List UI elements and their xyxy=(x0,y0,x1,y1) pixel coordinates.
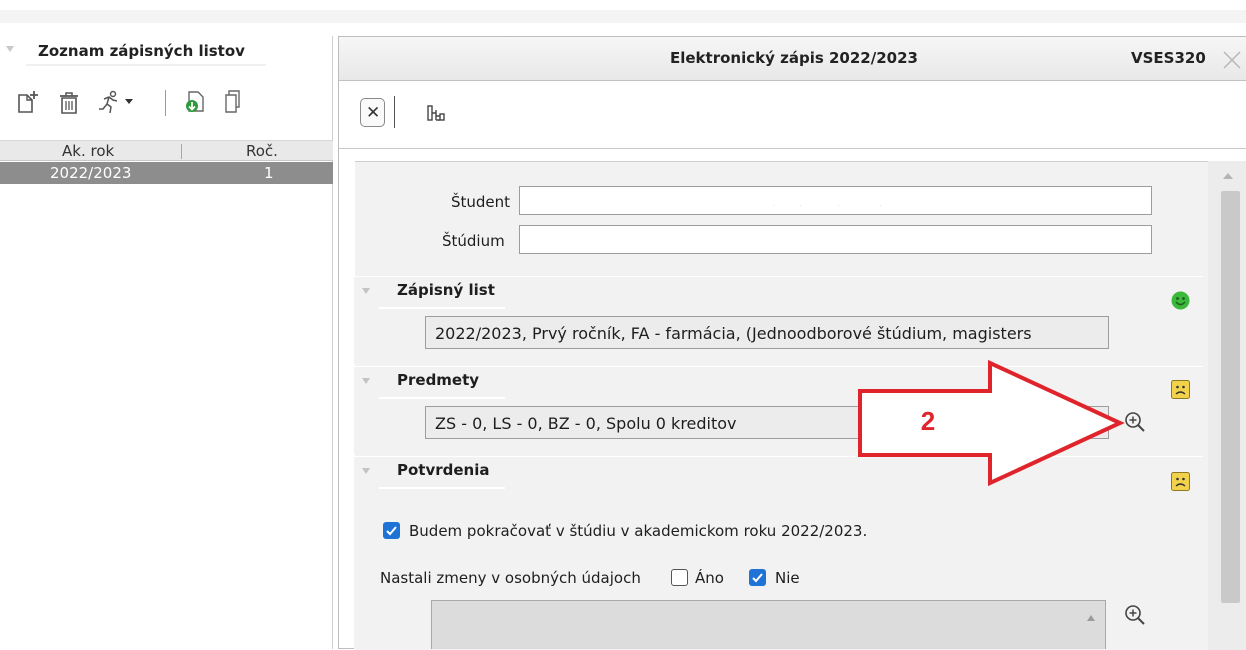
toolbar-separator xyxy=(394,96,395,128)
window-close-icon[interactable] xyxy=(1222,50,1242,70)
section-underline xyxy=(379,397,505,399)
cell-ak-rok: 2022/2023 xyxy=(50,164,132,182)
collapse-triangle-icon[interactable] xyxy=(362,378,370,384)
window-titlebar: Elektronický zápis 2022/2023 VSES320 xyxy=(339,37,1246,81)
ano-label: Áno xyxy=(695,569,724,587)
panel-title: Zoznam zápisných listov xyxy=(38,42,245,60)
section-title: Potvrdenia xyxy=(397,461,490,479)
check-icon xyxy=(752,573,763,583)
column-divider xyxy=(181,144,182,159)
top-strip xyxy=(0,10,1246,23)
scroll-up-icon[interactable] xyxy=(1223,173,1233,179)
table-header: Ak. rok Roč. xyxy=(0,140,333,161)
table-row[interactable]: 2022/2023 1 xyxy=(0,162,333,184)
column-header-ak-rok[interactable]: Ak. rok xyxy=(62,142,114,160)
panel-header: Zoznam zápisných listov xyxy=(0,36,333,66)
changes-textarea[interactable] xyxy=(431,600,1106,649)
smiley-sad-icon xyxy=(1171,472,1190,491)
continue-label: Budem pokračovať v štúdiu v akademickom … xyxy=(409,522,868,540)
dropdown-arrow-icon[interactable] xyxy=(124,98,134,124)
smiley-happy-icon xyxy=(1171,291,1190,310)
import-icon[interactable] xyxy=(183,89,207,115)
hierarchy-icon[interactable] xyxy=(427,104,445,126)
ano-checkbox[interactable] xyxy=(671,569,688,586)
check-icon xyxy=(386,526,397,536)
zapisny-list-field[interactable]: 2022/2023, Prvý ročník, FA - farmácia, (… xyxy=(425,316,1109,349)
collapse-triangle-icon[interactable] xyxy=(362,288,370,294)
close-icon: ✕ xyxy=(366,103,381,123)
column-header-roc[interactable]: Roč. xyxy=(246,142,278,160)
studium-field[interactable] xyxy=(519,225,1152,254)
vertical-scrollbar[interactable] xyxy=(1208,161,1246,650)
student-label: Študent xyxy=(451,193,511,211)
cell-roc: 1 xyxy=(264,164,274,182)
studium-label: Štúdium xyxy=(442,232,505,250)
copy-icon[interactable] xyxy=(222,89,244,115)
zapisny-list-value: 2022/2023, Prvý ročník, FA - farmácia, (… xyxy=(435,324,1032,343)
student-field[interactable] xyxy=(519,186,1152,215)
window-title: Elektronický zápis 2022/2023 xyxy=(670,49,918,67)
runner-icon[interactable] xyxy=(96,89,122,115)
enrollment-list-panel: Zoznam zápisných listov Ak. rok Roč. 202… xyxy=(0,36,333,649)
toolbar-separator xyxy=(165,90,166,116)
scrollbar-thumb[interactable] xyxy=(1221,191,1240,603)
collapse-caret-icon[interactable] xyxy=(6,46,14,52)
masked-text xyxy=(773,205,881,206)
close-button[interactable]: ✕ xyxy=(360,98,385,127)
window-code: VSES320 xyxy=(1131,49,1206,67)
section-underline xyxy=(379,307,505,309)
smiley-sad-icon xyxy=(1171,380,1190,399)
nie-checkbox[interactable] xyxy=(749,569,766,586)
zoom-in-icon[interactable] xyxy=(1124,411,1146,433)
toolbar-divider xyxy=(339,148,1246,149)
predmety-field[interactable]: ZS - 0, LS - 0, BZ - 0, Spolu 0 kreditov xyxy=(425,406,1109,439)
zoom-in-icon[interactable] xyxy=(1124,604,1146,626)
section-underline xyxy=(379,487,505,489)
changes-label: Nastali zmeny v osobných údajoch xyxy=(380,569,641,587)
collapse-triangle-icon[interactable] xyxy=(362,468,370,474)
trash-icon[interactable] xyxy=(57,89,81,115)
predmety-value: ZS - 0, LS - 0, BZ - 0, Spolu 0 kreditov xyxy=(435,414,737,433)
nie-label: Nie xyxy=(775,569,800,587)
section-title: Zápisný list xyxy=(397,281,495,299)
textarea-scroll-up-icon[interactable] xyxy=(1087,615,1095,621)
section-title: Predmety xyxy=(397,371,480,389)
new-document-icon[interactable] xyxy=(16,89,40,115)
title-underline xyxy=(26,64,266,66)
continue-checkbox[interactable] xyxy=(383,522,400,539)
